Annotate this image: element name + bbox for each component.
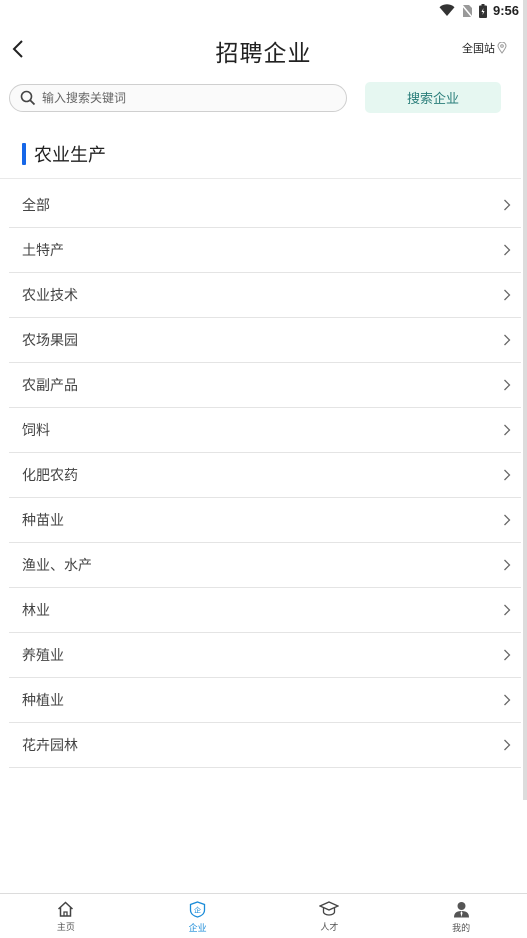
battery-icon <box>478 3 487 18</box>
chevron-right-icon <box>504 334 511 346</box>
section-accent-bar <box>22 143 26 165</box>
chevron-right-icon <box>504 694 511 706</box>
list-item[interactable]: 饲料 <box>9 408 521 453</box>
list-item-label: 全部 <box>22 198 50 214</box>
chevron-right-icon <box>504 739 511 751</box>
tab-label: 主页 <box>56 923 75 933</box>
status-bar: 9:56 <box>0 0 527 24</box>
station-selector[interactable]: 全国站 <box>462 40 507 56</box>
search-enterprise-button[interactable]: 搜索企业 <box>365 82 501 113</box>
list-item[interactable]: 化肥农药 <box>9 453 521 498</box>
chevron-right-icon <box>504 289 511 301</box>
chevron-right-icon <box>504 424 511 436</box>
list-item[interactable]: 林业 <box>9 588 521 633</box>
tab-mine[interactable]: 我的 <box>395 894 527 938</box>
list-item[interactable]: 花卉园林 <box>9 723 521 768</box>
list-item-label: 农副产品 <box>22 378 78 394</box>
home-icon <box>58 901 74 917</box>
tab-enterprise[interactable]: 企 企业 <box>132 894 264 938</box>
location-pin-icon <box>497 42 507 54</box>
search-icon <box>20 90 36 106</box>
graduation-cap-icon <box>319 901 340 916</box>
list-item-label: 渔业、水产 <box>22 558 92 574</box>
search-input[interactable] <box>42 91 322 105</box>
tab-talent[interactable]: 人才 <box>264 894 396 938</box>
station-label: 全国站 <box>462 42 495 55</box>
list-item[interactable]: 种苗业 <box>9 498 521 543</box>
header: 招聘企业 全国站 <box>0 24 527 74</box>
section-header: 农业生产 <box>22 142 106 166</box>
page-title: 招聘企业 <box>215 41 312 67</box>
list-item[interactable]: 渔业、水产 <box>9 543 521 588</box>
chevron-right-icon <box>504 469 511 481</box>
list-item-label: 化肥农药 <box>22 468 78 484</box>
tab-label: 人才 <box>320 923 339 933</box>
svg-text:企: 企 <box>194 906 201 915</box>
search-box[interactable] <box>9 84 347 112</box>
list-item[interactable]: 农场果园 <box>9 318 521 363</box>
chevron-right-icon <box>504 604 511 616</box>
search-row: 搜索企业 <box>0 82 527 114</box>
list-item-label: 土特产 <box>22 243 64 259</box>
wifi-icon <box>439 4 455 16</box>
chevron-right-icon <box>504 559 511 571</box>
status-time: 9:56 <box>492 3 519 18</box>
user-icon <box>453 902 469 918</box>
list-item-label: 农业技术 <box>22 288 78 304</box>
list-item[interactable]: 全部 <box>9 183 521 228</box>
list-item[interactable]: 种植业 <box>9 678 521 723</box>
divider <box>0 178 521 179</box>
list-item[interactable]: 农副产品 <box>9 363 521 408</box>
bottom-tab-bar: 主页 企 企业 人才 我的 <box>0 893 527 938</box>
tab-home[interactable]: 主页 <box>0 894 132 938</box>
chevron-right-icon <box>504 199 511 211</box>
status-icons: 9:56 <box>439 3 519 18</box>
section-title: 农业生产 <box>34 145 106 166</box>
list-item-label: 农场果园 <box>22 333 78 349</box>
chevron-right-icon <box>504 649 511 661</box>
tab-label: 企业 <box>188 924 207 934</box>
list-item-label: 饲料 <box>22 423 50 439</box>
enterprise-icon: 企 <box>189 901 206 918</box>
list-item[interactable]: 养殖业 <box>9 633 521 678</box>
chevron-right-icon <box>504 379 511 391</box>
list-item-label: 种植业 <box>22 693 64 709</box>
category-list: 全部 土特产 农业技术 农场果园 农副产品 饲料 化肥农药 种苗业 渔业、水产 … <box>9 183 521 768</box>
chevron-right-icon <box>504 514 511 526</box>
chevron-right-icon <box>504 244 511 256</box>
no-sim-icon <box>461 4 473 17</box>
scrollbar[interactable] <box>523 0 527 800</box>
tab-label: 我的 <box>452 924 471 934</box>
list-item-label: 养殖业 <box>22 648 64 664</box>
list-item-label: 花卉园林 <box>22 738 78 754</box>
list-item[interactable]: 土特产 <box>9 228 521 273</box>
list-item-label: 林业 <box>22 603 50 619</box>
list-item[interactable]: 农业技术 <box>9 273 521 318</box>
list-item-label: 种苗业 <box>22 513 64 529</box>
